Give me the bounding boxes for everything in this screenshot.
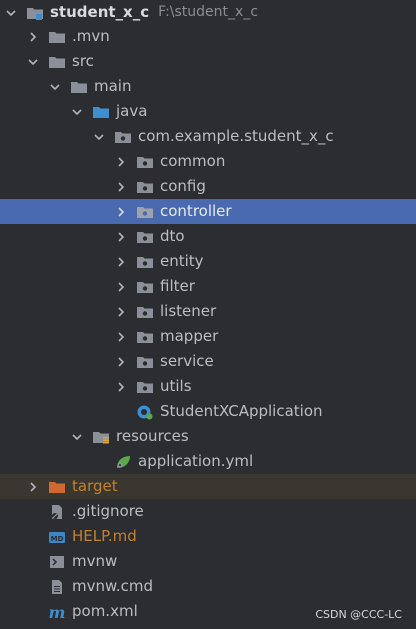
package-icon — [114, 129, 132, 145]
tree-label-app-class: StudentXCApplication — [160, 402, 323, 420]
tree-label-config: config — [160, 177, 206, 195]
source-folder-icon — [92, 104, 110, 120]
tree-label-pom: pom.xml — [72, 602, 138, 620]
tree-label-dto: dto — [160, 227, 185, 245]
chevron-down-icon[interactable] — [71, 431, 83, 443]
tree-row-config[interactable]: config — [0, 174, 416, 199]
project-name: student_x_c — [50, 3, 150, 21]
folder-icon — [48, 29, 66, 45]
svg-text:m: m — [49, 604, 66, 620]
tree-label-service: service — [160, 352, 214, 370]
tree-row-mvn[interactable]: .mvn — [0, 24, 416, 49]
package-icon — [136, 204, 154, 220]
chevron-right-icon[interactable] — [115, 206, 127, 218]
package-icon — [136, 279, 154, 295]
spring-boot-class-icon — [136, 404, 154, 420]
tree-row-filter[interactable]: filter — [0, 274, 416, 299]
tree-row-gitignore[interactable]: .gitignore — [0, 499, 416, 524]
tree-label-mvn: .mvn — [72, 27, 110, 45]
package-icon — [136, 379, 154, 395]
svg-text:MD: MD — [51, 535, 64, 543]
chevron-right-icon[interactable] — [27, 481, 39, 493]
tree-row-common[interactable]: common — [0, 149, 416, 174]
chevron-right-icon[interactable] — [115, 256, 127, 268]
tree-label-help: HELP.md — [72, 527, 137, 545]
chevron-down-icon[interactable] — [93, 131, 105, 143]
chevron-down-icon[interactable] — [71, 106, 83, 118]
tree-label-gitignore: .gitignore — [72, 502, 144, 520]
tree-row-entity[interactable]: entity — [0, 249, 416, 274]
tree-row-target[interactable]: target — [0, 474, 416, 499]
tree-label-src: src — [72, 52, 94, 70]
tree-row-java[interactable]: java — [0, 99, 416, 124]
maven-file-icon: m — [48, 604, 66, 620]
chevron-right-icon[interactable] — [115, 281, 127, 293]
tree-row-package[interactable]: com.example.student_x_c — [0, 124, 416, 149]
tree-label-common: common — [160, 152, 226, 170]
module-folder-icon — [26, 5, 44, 21]
tree-row-service[interactable]: service — [0, 349, 416, 374]
tree-row-src[interactable]: src — [0, 49, 416, 74]
tree-label-mvnw-cmd: mvnw.cmd — [72, 577, 154, 595]
tree-row-listener[interactable]: listener — [0, 299, 416, 324]
chevron-right-icon[interactable] — [27, 31, 39, 43]
tree-label-java: java — [116, 102, 148, 120]
tree-label-main: main — [94, 77, 132, 95]
tree-label-mapper: mapper — [160, 327, 219, 345]
tree-row-mvnw[interactable]: mvnw — [0, 549, 416, 574]
project-path: F:\student_x_c — [158, 4, 259, 20]
spring-config-file-icon — [114, 454, 132, 470]
tree-label-package: com.example.student_x_c — [138, 127, 334, 145]
package-icon — [136, 354, 154, 370]
tree-label-resources: resources — [116, 427, 189, 445]
package-icon — [136, 329, 154, 345]
tree-row-app-class[interactable]: StudentXCApplication — [0, 399, 416, 424]
tree-label-controller: controller — [160, 202, 232, 220]
markdown-file-icon: MD — [48, 529, 66, 545]
chevron-right-icon[interactable] — [115, 331, 127, 343]
tree-label-entity: entity — [160, 252, 204, 270]
tree-row-app-yml[interactable]: application.yml — [0, 449, 416, 474]
tree-row-main[interactable]: main — [0, 74, 416, 99]
text-file-icon — [48, 579, 66, 595]
package-icon — [136, 229, 154, 245]
package-icon — [136, 179, 154, 195]
tree-label-app-yml: application.yml — [138, 452, 254, 470]
folder-icon — [48, 54, 66, 70]
chevron-right-icon[interactable] — [115, 156, 127, 168]
chevron-right-icon[interactable] — [115, 306, 127, 318]
tree-row-controller[interactable]: controller — [0, 199, 416, 224]
package-icon — [136, 304, 154, 320]
chevron-down-icon[interactable] — [5, 7, 17, 19]
tree-row-utils[interactable]: utils — [0, 374, 416, 399]
chevron-right-icon[interactable] — [115, 181, 127, 193]
tree-label-mvnw: mvnw — [72, 552, 118, 570]
tree-row-project-root[interactable]: student_x_c F:\student_x_c — [0, 0, 416, 25]
chevron-right-icon[interactable] — [115, 356, 127, 368]
chevron-right-icon[interactable] — [115, 231, 127, 243]
tree-row-resources[interactable]: resources — [0, 424, 416, 449]
watermark: CSDN @CCC-LC — [315, 608, 402, 621]
chevron-down-icon[interactable] — [49, 81, 61, 93]
excluded-folder-icon — [48, 479, 66, 495]
tree-row-help[interactable]: MD HELP.md — [0, 524, 416, 549]
folder-icon — [70, 79, 88, 95]
tree-label-utils: utils — [160, 377, 192, 395]
ignore-file-icon — [48, 504, 66, 520]
tree-label-filter: filter — [160, 277, 195, 295]
tree-row-mvnw-cmd[interactable]: mvnw.cmd — [0, 574, 416, 599]
tree-row-dto[interactable]: dto — [0, 224, 416, 249]
chevron-down-icon[interactable] — [27, 56, 39, 68]
tree-row-mapper[interactable]: mapper — [0, 324, 416, 349]
resources-folder-icon — [92, 429, 110, 445]
package-icon — [136, 154, 154, 170]
tree-label-target: target — [72, 477, 118, 495]
shell-script-icon — [48, 554, 66, 570]
tree-label-listener: listener — [160, 302, 217, 320]
package-icon — [136, 254, 154, 270]
chevron-right-icon[interactable] — [115, 381, 127, 393]
